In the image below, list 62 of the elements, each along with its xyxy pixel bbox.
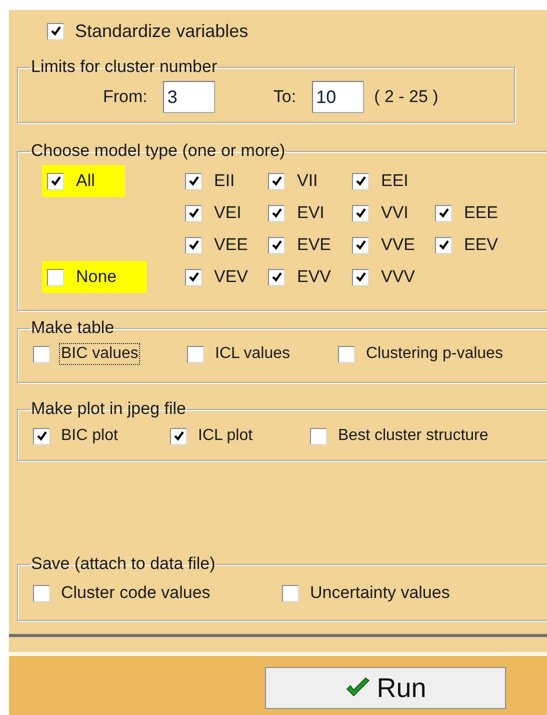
checkbox-label: Cluster code values bbox=[61, 583, 210, 603]
field-label: To: bbox=[273, 87, 296, 107]
checkbox[interactable] bbox=[435, 236, 452, 254]
checkbox[interactable] bbox=[185, 236, 202, 254]
checkbox[interactable] bbox=[185, 268, 202, 286]
checkbox-label: VVE bbox=[381, 235, 416, 255]
checkbox[interactable] bbox=[47, 22, 64, 40]
checkmark-icon bbox=[344, 677, 371, 699]
run-button[interactable]: Run bbox=[265, 667, 506, 709]
checkbox-label: VEV bbox=[214, 267, 248, 287]
checkbox[interactable] bbox=[310, 428, 327, 444]
input-field[interactable]: 10 bbox=[312, 81, 364, 113]
checkbox-label: EVV bbox=[297, 267, 332, 287]
checkbox[interactable] bbox=[352, 236, 369, 254]
checkbox[interactable] bbox=[187, 346, 204, 362]
checkbox[interactable] bbox=[352, 204, 369, 222]
checkbox-label: VEI bbox=[214, 203, 242, 223]
checkbox[interactable] bbox=[268, 236, 285, 254]
checkbox[interactable] bbox=[268, 204, 285, 222]
checkbox-label: EVE bbox=[297, 235, 332, 255]
group-title: Limits for cluster number bbox=[30, 57, 218, 77]
checkbox-label: Best cluster structure bbox=[338, 426, 488, 446]
field-label: From: bbox=[103, 87, 148, 107]
checkbox-label: VVI bbox=[381, 203, 408, 223]
checkbox-label: BIC plot bbox=[61, 426, 118, 446]
checkbox-label: Clustering p-values bbox=[365, 344, 504, 364]
checkbox-label: None bbox=[76, 267, 117, 287]
group-title: Make table bbox=[30, 318, 116, 338]
group-title: Make plot in jpeg file bbox=[30, 399, 187, 419]
checkbox-label: EVI bbox=[297, 203, 324, 223]
checkbox-label: VII bbox=[297, 171, 318, 191]
checkbox-label: ICL plot bbox=[198, 426, 253, 446]
checkbox[interactable] bbox=[170, 428, 187, 444]
checkbox[interactable] bbox=[435, 204, 452, 222]
checkbox-label: EEI bbox=[381, 171, 408, 191]
checkbox-label: VEE bbox=[214, 235, 248, 255]
range-hint: ( 2 - 25 ) bbox=[374, 87, 438, 107]
checkbox-label: EII bbox=[214, 171, 235, 191]
checkbox[interactable] bbox=[268, 172, 285, 190]
checkbox[interactable] bbox=[338, 346, 355, 362]
checkbox-label: All bbox=[76, 171, 95, 191]
checkbox[interactable] bbox=[352, 268, 369, 286]
checkbox-label: Standardize variables bbox=[75, 21, 248, 41]
checkbox[interactable] bbox=[268, 268, 285, 286]
group-title: Choose model type (one or more) bbox=[30, 141, 286, 161]
checkbox-label: ICL values bbox=[214, 344, 291, 364]
checkbox[interactable] bbox=[33, 346, 50, 362]
checkbox-label: EEV bbox=[464, 235, 498, 255]
checkbox[interactable] bbox=[33, 428, 50, 444]
checkbox[interactable] bbox=[47, 268, 64, 286]
checkbox[interactable] bbox=[185, 172, 202, 190]
checkbox[interactable] bbox=[352, 172, 369, 190]
checkbox[interactable] bbox=[282, 584, 299, 602]
checkbox[interactable] bbox=[47, 172, 64, 190]
checkbox[interactable] bbox=[33, 584, 50, 602]
group-title: Save (attach to data file) bbox=[30, 554, 216, 574]
checkbox-label: Uncertainty values bbox=[310, 583, 450, 603]
checkbox-label: BIC values bbox=[59, 343, 140, 365]
input-field[interactable]: 3 bbox=[163, 81, 216, 113]
checkbox-label: VVV bbox=[381, 267, 416, 287]
checkbox[interactable] bbox=[185, 204, 202, 222]
checkbox-label: EEE bbox=[464, 203, 498, 223]
